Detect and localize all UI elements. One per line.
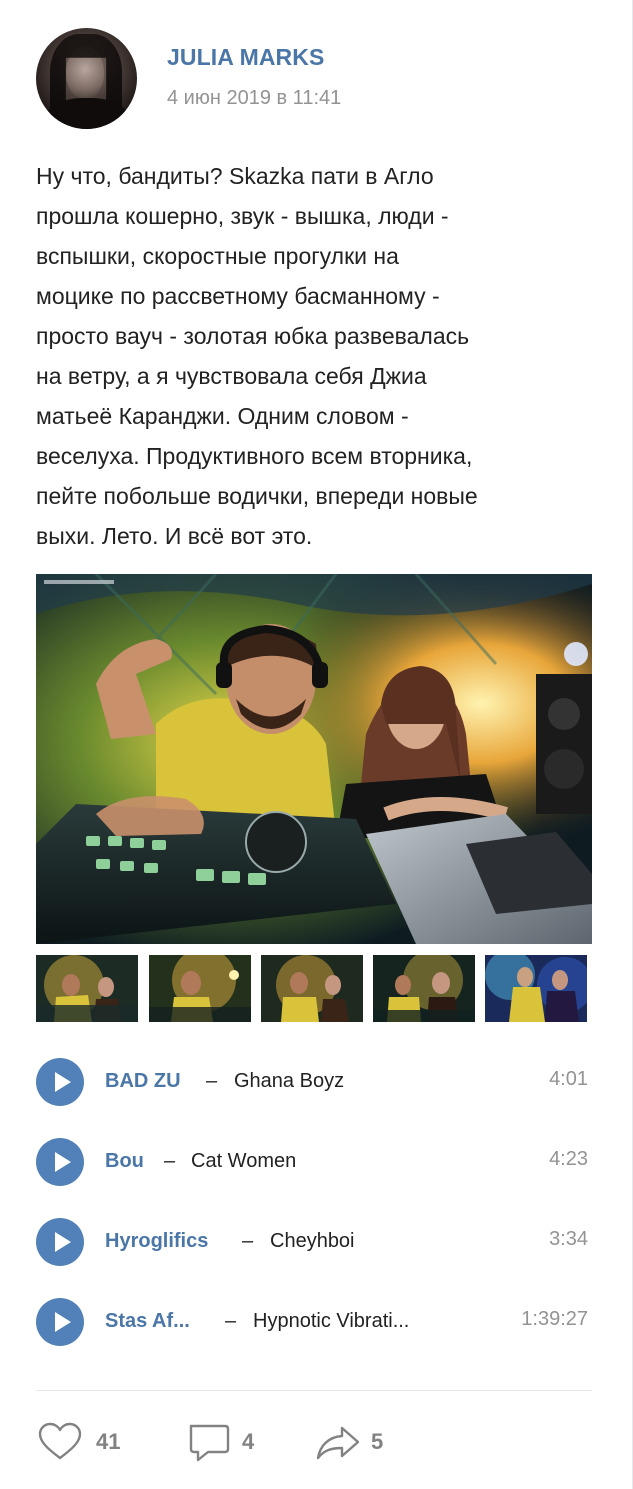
track-separator: – <box>225 1310 237 1332</box>
play-button[interactable] <box>36 1058 84 1106</box>
play-icon <box>55 1072 71 1092</box>
like-count: 41 <box>96 1429 121 1454</box>
audio-track[interactable]: Hyroglifics – Cheyhboi 3:34 <box>36 1218 592 1278</box>
like-button[interactable]: 41 <box>36 1418 136 1468</box>
author-avatar[interactable] <box>36 28 137 129</box>
play-icon <box>55 1152 71 1172</box>
play-button[interactable] <box>36 1218 84 1266</box>
photo-thumbnail[interactable] <box>261 955 363 1022</box>
track-separator: – <box>206 1070 218 1092</box>
track-artist[interactable]: Bou <box>105 1150 144 1173</box>
photo-thumbnail[interactable] <box>36 955 138 1022</box>
dj-photo-thumb-2-icon <box>149 955 251 1022</box>
author-name[interactable]: JULIA MARKS <box>167 44 324 71</box>
share-count: 5 <box>371 1429 384 1454</box>
post-header: JULIA MARKS 4 июн 2019 в 11:41 <box>36 28 596 132</box>
photo-thumbnail[interactable] <box>485 955 587 1022</box>
track-duration: 3:34 <box>549 1228 588 1250</box>
track-duration: 4:23 <box>549 1148 588 1170</box>
heart-icon <box>38 1422 82 1460</box>
post-date[interactable]: 4 июн 2019 в 11:41 <box>167 87 341 110</box>
track-title[interactable]: Ghana Boyz <box>234 1070 344 1093</box>
track-title[interactable]: Hypnotic Vibrati... <box>253 1310 409 1333</box>
track-separator: – <box>242 1230 254 1252</box>
track-artist[interactable]: BAD ZU <box>105 1070 181 1093</box>
photo-thumbnail[interactable] <box>373 955 475 1022</box>
comment-icon <box>189 1424 230 1462</box>
play-icon <box>55 1232 71 1252</box>
dj-photo-thumb-3-icon <box>261 955 363 1022</box>
track-title[interactable]: Cheyhboi <box>270 1230 355 1253</box>
dj-photo-thumb-4-icon <box>373 955 475 1022</box>
dj-photo-thumb-1-icon <box>36 955 138 1022</box>
play-button[interactable] <box>36 1138 84 1186</box>
track-artist[interactable]: Stas Af... <box>105 1310 190 1333</box>
track-separator: – <box>164 1150 176 1172</box>
track-artist[interactable]: Hyroglifics <box>105 1230 208 1253</box>
audio-track[interactable]: Stas Af... – Hypnotic Vibrati... 1:39:27 <box>36 1298 592 1358</box>
audio-track[interactable]: Bou – Cat Women 4:23 <box>36 1138 592 1198</box>
post-actions: 41 4 5 <box>36 1418 592 1468</box>
audio-track[interactable]: BAD ZU – Ghana Boyz 4:01 <box>36 1058 592 1118</box>
share-button[interactable]: 5 <box>314 1418 414 1468</box>
dj-party-photo-icon <box>36 574 592 944</box>
comment-count: 4 <box>242 1429 255 1454</box>
track-duration: 1:39:27 <box>521 1308 588 1330</box>
dj-photo-thumb-5-icon <box>485 955 587 1022</box>
track-duration: 4:01 <box>549 1068 588 1090</box>
share-arrow-icon <box>316 1426 360 1460</box>
play-button[interactable] <box>36 1298 84 1346</box>
main-photo[interactable] <box>36 574 592 944</box>
play-icon <box>55 1312 71 1332</box>
photo-thumbnails <box>36 955 592 1022</box>
actions-divider <box>36 1390 592 1391</box>
track-title[interactable]: Cat Women <box>191 1150 296 1173</box>
comment-button[interactable]: 4 <box>186 1418 286 1468</box>
photo-thumbnail[interactable] <box>149 955 251 1022</box>
post-text: Ну что, бандиты? Skazka пати в Агло прош… <box>36 163 478 549</box>
